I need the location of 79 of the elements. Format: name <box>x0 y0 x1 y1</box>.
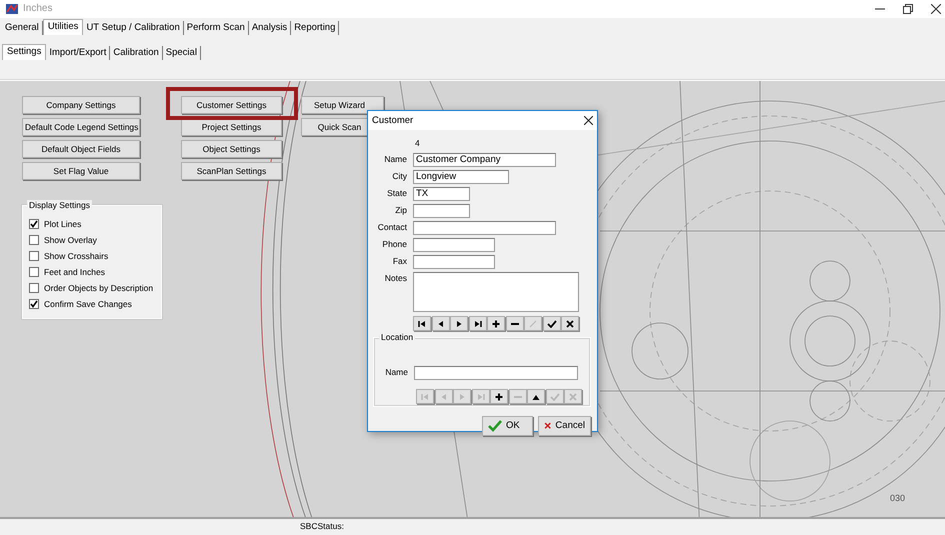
cancel-button[interactable]: Cancel <box>538 416 591 436</box>
input-field[interactable]: Longview <box>413 170 509 184</box>
settings-button[interactable]: Set Flag Value <box>22 162 140 180</box>
triangle-right-icon <box>457 392 467 401</box>
checkbox[interactable] <box>29 299 39 309</box>
restore-icon <box>903 4 913 14</box>
checkbox-label: Show Overlay <box>44 234 97 246</box>
navigator-button[interactable] <box>432 316 450 332</box>
input-field[interactable]: TX <box>413 187 470 202</box>
settings-button[interactable]: Customer Settings <box>181 96 282 114</box>
last-record-icon <box>476 392 486 401</box>
navigator-button[interactable] <box>561 316 579 332</box>
field-label: Contact <box>376 221 407 232</box>
checkbox-label: Confirm Save Changes <box>44 298 132 310</box>
group-title: Location <box>379 332 416 342</box>
field-label: Name <box>383 153 407 164</box>
navigator-button[interactable] <box>487 316 505 332</box>
field-label: Notes <box>384 272 407 284</box>
x-icon <box>565 320 575 328</box>
checkbox[interactable] <box>29 283 39 293</box>
settings-button[interactable]: Object Settings <box>181 140 282 158</box>
checkbox[interactable] <box>29 267 39 277</box>
checkbox[interactable] <box>29 251 39 261</box>
input-field[interactable] <box>413 272 579 312</box>
settings-button[interactable]: Company Settings <box>22 96 140 114</box>
group-title: Display Settings <box>27 200 92 210</box>
settings-button[interactable]: ScanPlan Settings <box>181 162 282 180</box>
drawing-label: 030 <box>890 493 906 503</box>
checkbox[interactable] <box>29 219 39 229</box>
tab[interactable]: Utilities <box>42 18 84 35</box>
tab[interactable]: General <box>2 20 43 35</box>
field-label: Zip <box>394 204 407 216</box>
checkbox[interactable] <box>29 235 39 245</box>
slash-icon <box>528 320 538 328</box>
plus-icon <box>494 392 504 401</box>
checkbox-label: Order Objects by Description <box>44 282 154 294</box>
checkbox-label: Plot Lines <box>44 218 82 230</box>
triangle-up-icon <box>531 392 541 401</box>
x-icon <box>568 392 578 401</box>
triangle-right-icon <box>454 320 464 328</box>
checkbox-label: Feet and Inches <box>44 266 105 278</box>
app-icon <box>5 2 19 16</box>
close-icon <box>584 116 593 125</box>
input-field[interactable] <box>414 366 578 380</box>
field-label: Name <box>384 366 408 378</box>
tab[interactable]: Settings <box>2 44 46 60</box>
field-label: City <box>391 170 407 182</box>
checkmark-icon <box>546 320 556 328</box>
navigator-button[interactable] <box>506 316 524 332</box>
last-record-icon <box>472 320 482 328</box>
record-number: 4 <box>414 138 421 148</box>
input-field[interactable] <box>413 204 470 218</box>
status-text: SBCStatus: <box>300 521 344 531</box>
input-field[interactable] <box>413 238 495 252</box>
field-label: Phone <box>381 238 407 250</box>
input-field[interactable] <box>413 221 556 236</box>
input-field[interactable]: Customer Company <box>413 153 556 168</box>
field-label: Fax <box>392 255 407 266</box>
navigator-button[interactable] <box>450 316 468 332</box>
window-title: Inches <box>23 3 52 15</box>
input-field[interactable] <box>413 255 495 270</box>
checkmark-icon <box>550 392 560 401</box>
navigator-button[interactable] <box>542 316 560 332</box>
close-icon <box>931 4 941 14</box>
first-record-icon <box>420 392 430 401</box>
plus-icon <box>491 320 501 328</box>
settings-button[interactable]: Setup Wizard <box>301 96 384 114</box>
navigator-button[interactable] <box>527 389 545 404</box>
field-label: State <box>386 187 407 198</box>
checkbox-label: Show Crosshairs <box>44 250 108 262</box>
ok-button[interactable]: OK <box>482 416 533 436</box>
checkmark-icon <box>488 420 502 432</box>
settings-button[interactable]: Default Code Legend Settings <box>22 118 140 136</box>
first-record-icon <box>417 320 427 328</box>
settings-button[interactable]: Default Object Fields <box>22 140 140 158</box>
navigator-button[interactable] <box>490 389 508 404</box>
navigator-button[interactable] <box>468 316 486 332</box>
navigator-button[interactable] <box>413 316 431 332</box>
tab[interactable]: Analysis <box>248 20 292 35</box>
